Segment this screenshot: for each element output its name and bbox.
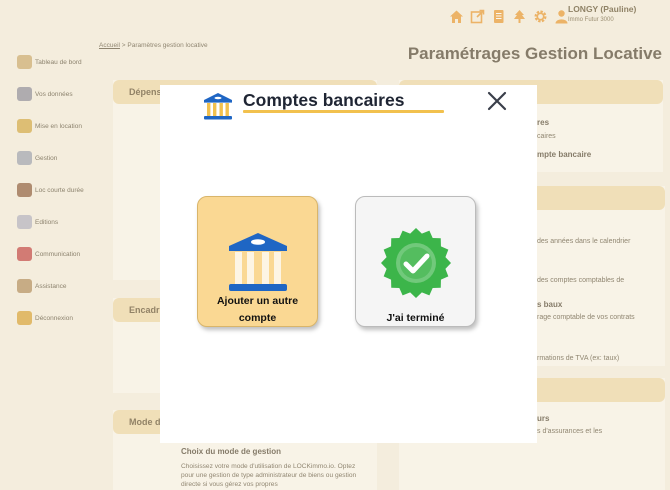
modal-title: Comptes bancaires <box>243 90 405 110</box>
checkmark-badge-icon <box>380 227 452 304</box>
modal-title-underline <box>243 110 444 113</box>
add-account-label: Ajouter un autre compte <box>216 295 299 324</box>
add-account-button[interactable]: Ajouter un autre compte <box>197 196 318 327</box>
bank-icon <box>202 92 234 122</box>
close-icon[interactable] <box>487 91 507 111</box>
bank-icon <box>227 231 289 298</box>
finished-label: J'ai terminé <box>386 312 445 324</box>
finished-button[interactable]: J'ai terminé <box>355 196 476 327</box>
bank-accounts-modal: Comptes bancaires Ajouter un autre compt… <box>160 85 537 443</box>
